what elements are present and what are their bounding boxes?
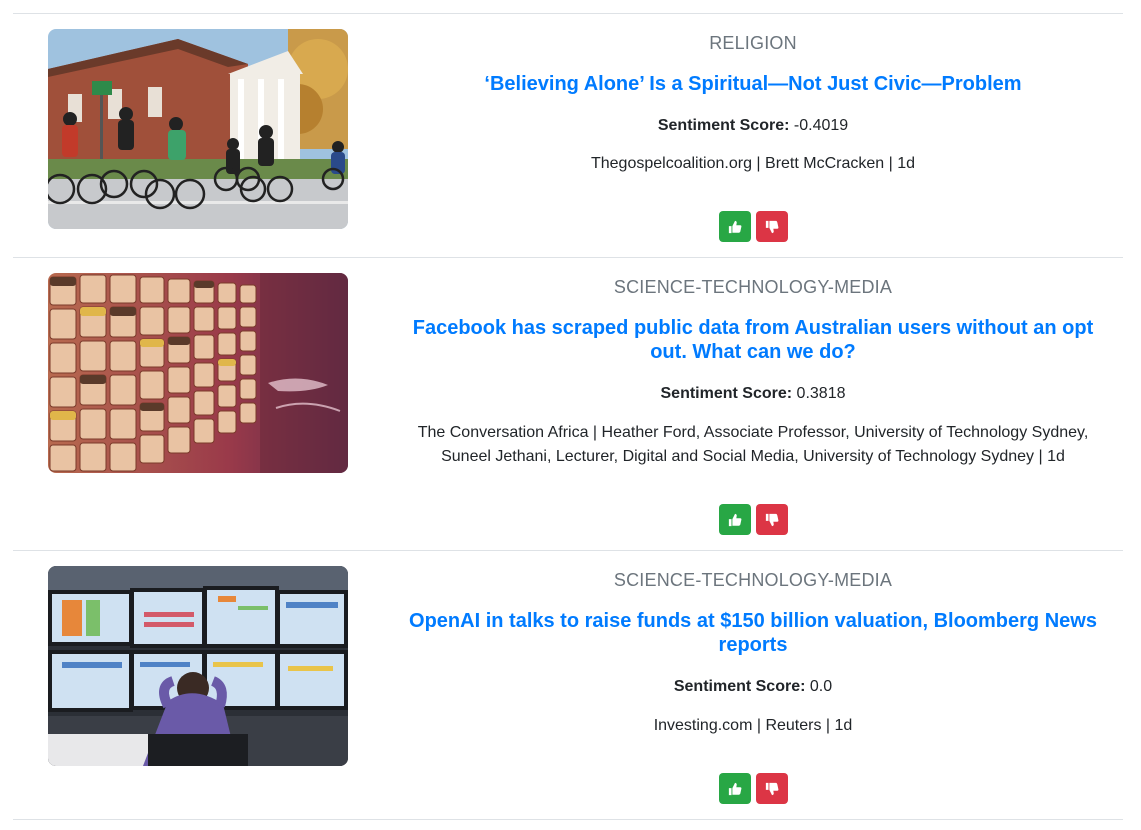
like-button[interactable] [718, 504, 751, 535]
thumbs-down-icon [765, 513, 778, 526]
sentiment-score: Sentiment Score: -0.4019 [393, 116, 1113, 136]
thumbs-up-icon [728, 782, 741, 795]
like-button[interactable] [718, 211, 751, 242]
sentiment-score: Sentiment Score: 0.3818 [393, 384, 1113, 404]
article-image[interactable] [48, 566, 348, 766]
sentiment-value: -0.4019 [793, 117, 849, 134]
divider [13, 819, 1123, 820]
news-feed: RELIGION ‘Believing Alone’ Is a Spiritua… [0, 0, 1141, 830]
article-card: SCIENCE-TECHNOLOGY-MEDIA OpenAI in talks… [13, 551, 1123, 819]
dislike-button[interactable] [755, 504, 788, 535]
thumbs-down-icon [765, 782, 778, 795]
faces-wall-photo [48, 273, 348, 473]
article-headline[interactable]: Facebook has scraped public data from Au… [393, 316, 1113, 364]
thumbs-down-icon [765, 220, 778, 233]
article-category: SCIENCE-TECHNOLOGY-MEDIA [613, 570, 893, 590]
article-byline: Thegospelcoalition.org | Brett McCracken… [590, 155, 916, 172]
trading-floor-photo [48, 566, 348, 766]
article-byline: The Conversation Africa | Heather Ford, … [417, 424, 1089, 465]
sentiment-label: Sentiment Score: [657, 117, 790, 134]
sentiment-value: 0.0 [809, 678, 833, 695]
vote-buttons [393, 504, 1113, 536]
article-headline[interactable]: ‘Believing Alone’ Is a Spiritual—Not Jus… [393, 72, 1113, 96]
dislike-button[interactable] [755, 211, 788, 242]
like-button[interactable] [718, 773, 751, 804]
article-card: SCIENCE-TECHNOLOGY-MEDIA Facebook has sc… [13, 258, 1123, 550]
article-byline: Investing.com | Reuters | 1d [653, 717, 853, 734]
sentiment-label: Sentiment Score: [673, 678, 806, 695]
article-card: RELIGION ‘Believing Alone’ Is a Spiritua… [13, 14, 1123, 257]
sentiment-score: Sentiment Score: 0.0 [393, 677, 1113, 697]
article-image[interactable] [48, 29, 348, 229]
vote-buttons [393, 211, 1113, 243]
sentiment-label: Sentiment Score: [660, 385, 793, 402]
thumbs-up-icon [728, 220, 741, 233]
church-cyclists-photo [48, 29, 348, 229]
sentiment-value: 0.3818 [796, 385, 846, 402]
article-image[interactable] [48, 273, 348, 473]
thumbs-up-icon [728, 513, 741, 526]
article-category: RELIGION [709, 33, 797, 53]
article-headline[interactable]: OpenAI in talks to raise funds at $150 b… [393, 609, 1113, 657]
vote-buttons [393, 773, 1113, 805]
dislike-button[interactable] [755, 773, 788, 804]
article-category: SCIENCE-TECHNOLOGY-MEDIA [613, 277, 893, 297]
